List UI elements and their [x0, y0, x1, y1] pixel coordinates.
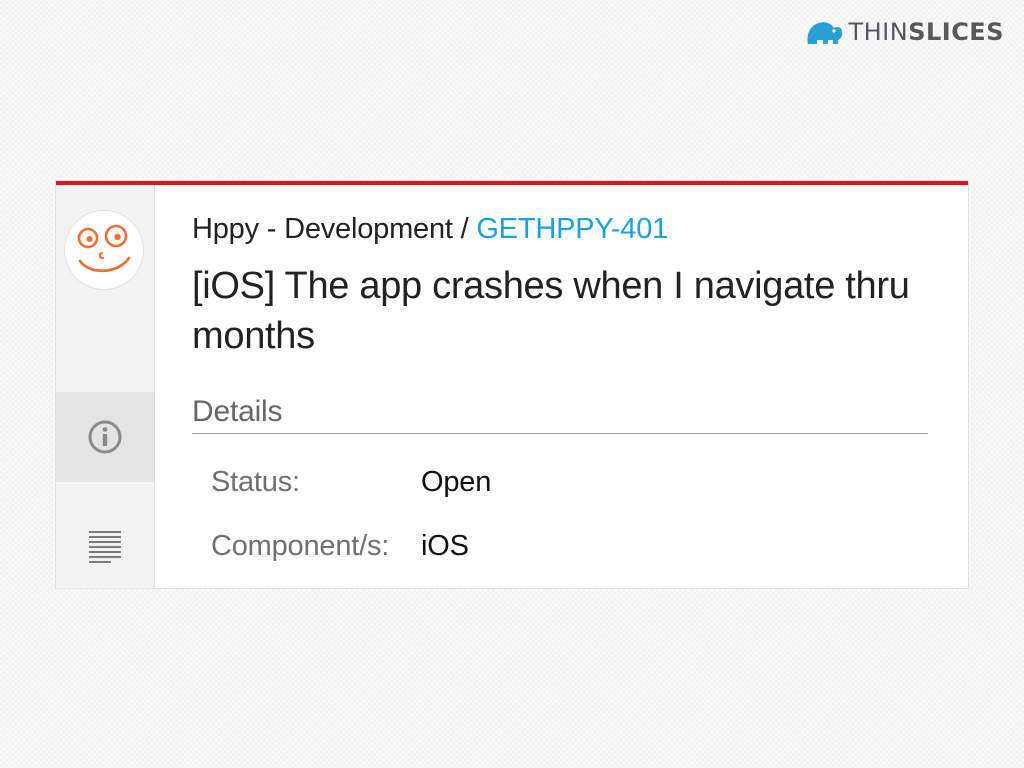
issue-sidebar [56, 185, 155, 588]
smiley-avatar-icon[interactable] [64, 210, 144, 290]
issue-key-link[interactable]: GETHPPY-401 [476, 213, 668, 245]
components-label: Component/s: [211, 530, 390, 562]
brand-name-bold: SLICES [908, 18, 1004, 46]
issue-card: Hppy - Development / GETHPPY-401 [iOS] T… [56, 181, 968, 588]
brand-name-thin: THIN [848, 18, 909, 46]
status-value: Open [421, 466, 492, 498]
breadcrumb-project[interactable]: Hppy - Development [192, 213, 453, 245]
smiley-face-svg [77, 224, 131, 273]
field-row-status: Status: Open [211, 466, 491, 499]
elephant-logo-icon [807, 22, 843, 44]
field-row-components: Component/s: iOS [211, 530, 469, 563]
issue-title: [iOS] The app crashes when I navigate th… [192, 265, 910, 357]
breadcrumb: Hppy - Development / GETHPPY-401 [192, 213, 668, 246]
sidebar-item-info[interactable] [56, 392, 154, 482]
breadcrumb-separator: / [452, 213, 477, 245]
components-value: iOS [421, 530, 469, 562]
brand-logo: THINSLICES [804, 14, 1004, 50]
details-heading: Details [192, 397, 928, 434]
sidebar-item-description[interactable] [56, 502, 154, 592]
status-label: Status: [211, 466, 300, 498]
description-lines-icon [89, 531, 121, 563]
info-icon [88, 420, 122, 454]
brand-name: THINSLICES [848, 20, 1004, 44]
